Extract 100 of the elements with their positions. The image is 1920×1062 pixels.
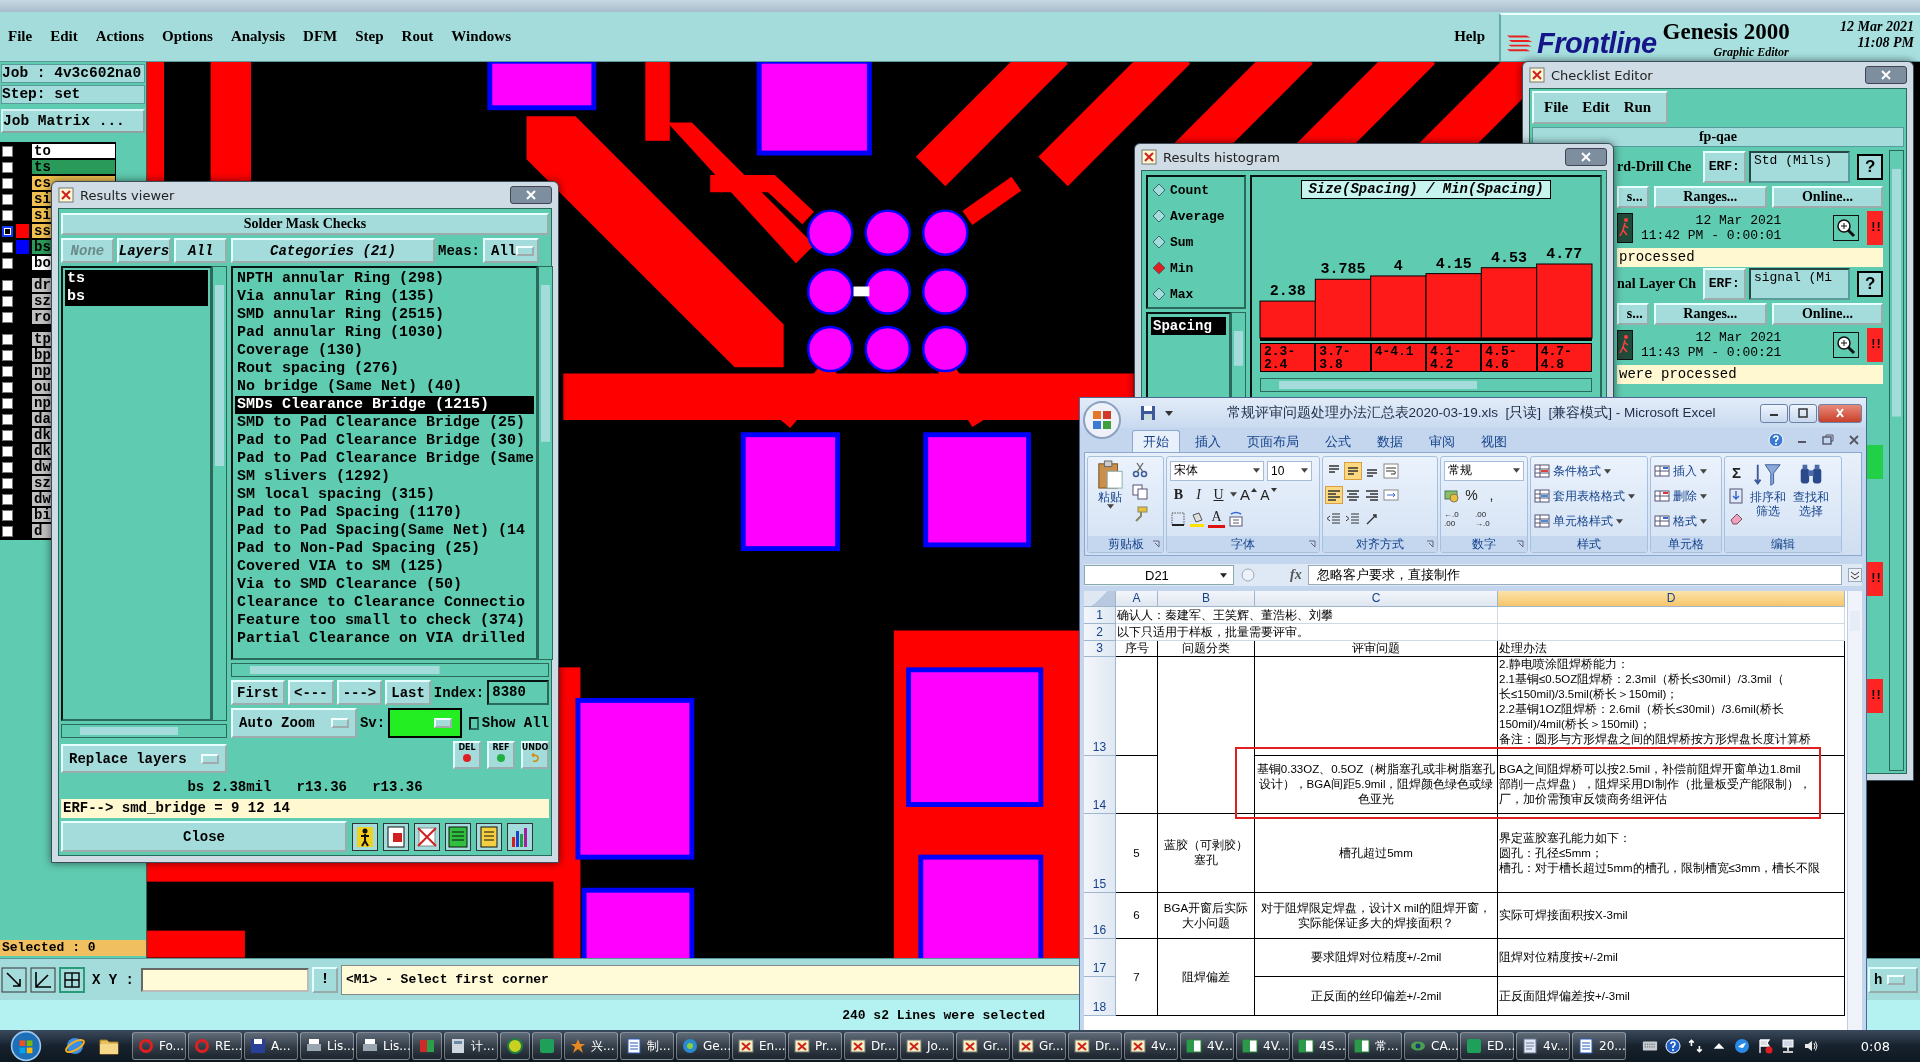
- category-list-item[interactable]: Via annular Ring (135): [235, 288, 535, 306]
- help-menu[interactable]: Help: [1454, 28, 1485, 45]
- category-list-item[interactable]: SM slivers (1292): [235, 468, 535, 486]
- cells-menu-button[interactable]: 删除: [1654, 485, 1718, 507]
- start-button-icon[interactable]: [8, 1030, 44, 1062]
- category-list-item[interactable]: Partial Clearance on VIA drilled: [235, 630, 535, 648]
- taskbar-button[interactable]: ED...: [1460, 1032, 1514, 1060]
- flag-icon[interactable]: [1757, 1038, 1773, 1054]
- function-label[interactable]: fx: [1290, 567, 1302, 583]
- column-header[interactable]: D: [1498, 591, 1845, 607]
- menu-item[interactable]: Run: [1623, 99, 1652, 116]
- menu-item[interactable]: Analysis: [230, 28, 286, 45]
- check-action-button[interactable]: Online...: [1771, 303, 1883, 325]
- check-action-button[interactable]: Online...: [1771, 186, 1883, 208]
- sort-filter-button[interactable]: 排序和筛选: [1748, 460, 1788, 533]
- menu-item[interactable]: Step: [355, 28, 384, 45]
- category-list-item[interactable]: Via to SMD Clearance (50): [235, 576, 535, 594]
- font-size-field[interactable]: 10: [1267, 460, 1312, 481]
- mode-radio[interactable]: Max: [1152, 286, 1244, 302]
- menu-item[interactable]: File: [1544, 99, 1569, 116]
- ribbon-tab[interactable]: 审阅: [1418, 430, 1466, 452]
- mode-radio[interactable]: Sum: [1152, 234, 1244, 250]
- running-figure-icon[interactable]: [1617, 213, 1633, 243]
- horizontal-scrollbar[interactable]: [61, 724, 227, 738]
- column-header[interactable]: B: [1158, 591, 1255, 607]
- taskbar-button[interactable]: En...: [732, 1032, 786, 1060]
- comma-button[interactable]: ,: [1483, 484, 1500, 505]
- alert-button[interactable]: !: [312, 966, 338, 993]
- menu-item[interactable]: File: [8, 28, 33, 45]
- save-icon[interactable]: [1140, 405, 1156, 421]
- taskbar-button[interactable]: CA...: [1404, 1032, 1458, 1060]
- drag-handle-icon[interactable]: [1240, 567, 1256, 583]
- find-select-button[interactable]: 查找和选择: [1791, 460, 1831, 533]
- grow-font-button[interactable]: A: [1240, 484, 1257, 505]
- horizontal-align-icon[interactable]: [1326, 486, 1342, 503]
- job-matrix-button[interactable]: Job Matrix ...: [1, 109, 145, 133]
- layer-checkbox[interactable]: [2, 257, 13, 269]
- category-list-item[interactable]: No bridge (Same Net) (40): [235, 378, 535, 396]
- formula-field[interactable]: 忽略客户要求，直接制作: [1307, 565, 1842, 585]
- dialog-launcher-icon[interactable]: [1308, 540, 1316, 548]
- taskbar-button[interactable]: [500, 1032, 530, 1060]
- check-action-button[interactable]: s...: [1617, 186, 1649, 208]
- taskbar-button[interactable]: A...: [244, 1032, 298, 1060]
- increase-decimal-button[interactable]: ←.0 .00: [1444, 508, 1472, 529]
- coordinate-field[interactable]: [141, 967, 309, 992]
- row-number[interactable]: 2: [1084, 624, 1116, 641]
- taskbar-button[interactable]: Fo...: [132, 1032, 186, 1060]
- running-figure-icon[interactable]: [1617, 330, 1633, 360]
- categories-button[interactable]: Categories (21): [231, 238, 435, 263]
- caret-icon[interactable]: [1164, 409, 1174, 417]
- severity-option[interactable]: [388, 708, 463, 738]
- mode-radio[interactable]: Count: [1152, 182, 1244, 198]
- taskbar-button[interactable]: 计...: [444, 1032, 498, 1060]
- italic-button[interactable]: I: [1190, 484, 1207, 505]
- close-button[interactable]: [1565, 148, 1607, 166]
- help-button[interactable]: ?: [1857, 153, 1883, 180]
- paste-button[interactable]: 粘贴: [1091, 460, 1129, 533]
- taskbar-button[interactable]: 兴...: [564, 1032, 618, 1060]
- decrease-decimal-button[interactable]: .00 →.0: [1475, 508, 1503, 529]
- category-list-item[interactable]: Coverage (130): [235, 342, 535, 360]
- taskbar-button[interactable]: Dr...: [1068, 1032, 1122, 1060]
- number-format-field[interactable]: 常规: [1444, 460, 1524, 481]
- layer-checkbox[interactable]: [2, 397, 13, 409]
- border-icon[interactable]: [1170, 510, 1186, 527]
- ribbon-tab[interactable]: 页面布局: [1236, 430, 1310, 452]
- layer-list-item[interactable]: ts: [65, 270, 208, 288]
- layer-checkbox[interactable]: [2, 445, 13, 457]
- layer-checkbox[interactable]: [2, 241, 13, 253]
- layer-checkbox[interactable]: [2, 193, 13, 205]
- percent-button[interactable]: %: [1463, 484, 1480, 505]
- replace-layers-option[interactable]: Replace layers: [61, 744, 227, 773]
- wrap-text-icon[interactable]: [1383, 462, 1399, 479]
- office-button-icon[interactable]: [1082, 400, 1122, 440]
- menu-item[interactable]: Edit: [1582, 99, 1610, 116]
- taskbar-button[interactable]: [532, 1032, 562, 1060]
- style-menu-button[interactable]: 套用表格格式: [1534, 485, 1644, 507]
- style-menu-button[interactable]: 单元格样式: [1534, 510, 1644, 532]
- column-header[interactable]: A: [1116, 591, 1158, 607]
- layer-checkbox[interactable]: [2, 209, 13, 221]
- menu-item[interactable]: Windows: [451, 28, 511, 45]
- taskbar-button[interactable]: [412, 1032, 442, 1060]
- copy-icon[interactable]: [1132, 484, 1148, 500]
- layer-checkbox[interactable]: [2, 493, 13, 505]
- check-action-button[interactable]: s...: [1617, 303, 1649, 325]
- taskbar-button[interactable]: Pr...: [788, 1032, 842, 1060]
- layer-checkbox[interactable]: [2, 461, 13, 473]
- dialog-launcher-icon[interactable]: [1516, 540, 1524, 548]
- close-button[interactable]: [510, 186, 552, 204]
- column-header[interactable]: C: [1255, 591, 1498, 607]
- taskbar-button[interactable]: 20...: [1572, 1032, 1626, 1060]
- layer-name[interactable]: to: [32, 144, 115, 158]
- category-list-item[interactable]: Pad to Pad Clearance Bridge (Same: [235, 450, 535, 468]
- taskbar-button[interactable]: 4V...: [1236, 1032, 1290, 1060]
- scissors-icon[interactable]: [1132, 462, 1148, 478]
- layer-filter-button[interactable]: All: [174, 238, 227, 263]
- layer-checkbox[interactable]: [2, 365, 13, 377]
- crossed-page-icon[interactable]: [414, 822, 440, 851]
- close-button[interactable]: Close: [61, 821, 347, 852]
- ribbon-tab[interactable]: 开始: [1132, 430, 1180, 452]
- fill-bucket-icon[interactable]: [1189, 510, 1205, 527]
